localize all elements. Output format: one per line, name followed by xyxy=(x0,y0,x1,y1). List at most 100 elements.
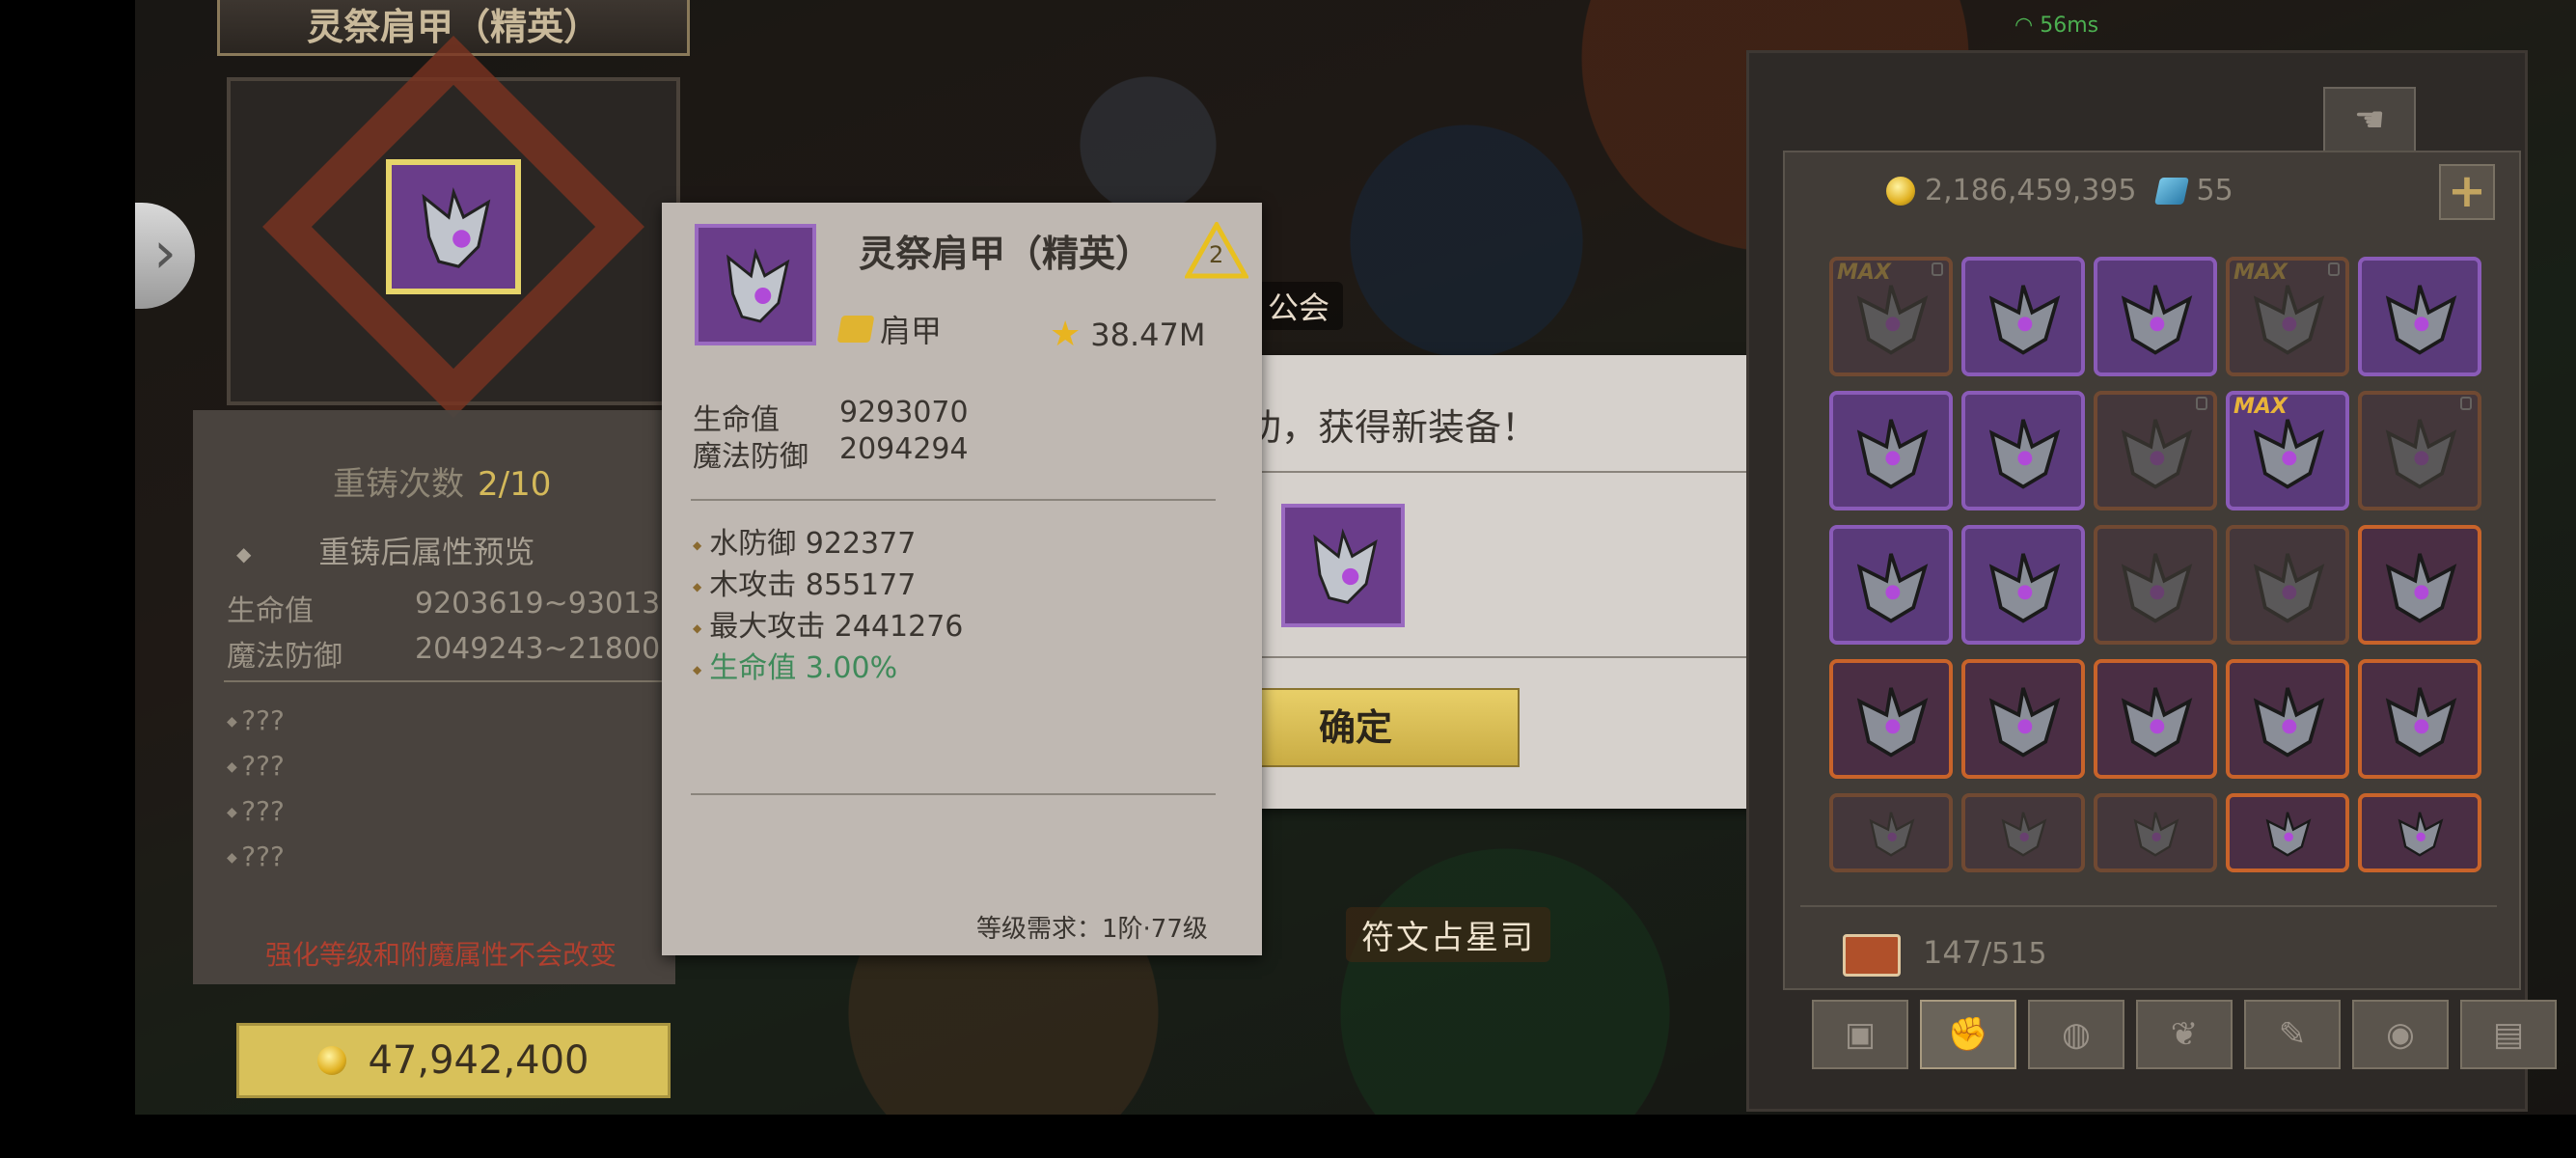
gold-coin-icon xyxy=(317,1046,347,1075)
ping-value: 56ms xyxy=(2040,14,2099,38)
tab-chest[interactable]: ▤ xyxy=(2460,1000,2557,1069)
tier-value: 2 xyxy=(1209,241,1224,268)
inventory-item-slot[interactable] xyxy=(2358,257,2481,376)
equipment-icon xyxy=(1856,284,1929,355)
divider xyxy=(1800,905,2497,907)
reforge-item-slot[interactable] xyxy=(386,159,521,294)
lock-icon xyxy=(1932,262,1943,276)
lock-icon xyxy=(2196,397,2207,410)
equipment-icon xyxy=(2121,552,2193,623)
inventory-item-slot[interactable] xyxy=(1961,391,2085,510)
shoulder-armor-icon xyxy=(1313,528,1378,604)
chevron-right-icon: › xyxy=(153,219,177,287)
inventory-item-slot[interactable] xyxy=(2226,659,2349,779)
equipment-icon xyxy=(2121,686,2193,758)
bag-icon xyxy=(1843,934,1901,977)
inventory-item-slot[interactable] xyxy=(1829,793,1953,872)
equipment-icon xyxy=(2121,418,2193,489)
gold-coin-icon xyxy=(1886,176,1915,206)
add-currency-button[interactable]: + xyxy=(2439,164,2495,220)
tab-swirl[interactable]: ◉ xyxy=(2352,1000,2449,1069)
gem-icon xyxy=(2154,177,2190,205)
equipment-icon xyxy=(2253,686,2325,758)
bag-capacity: 147/515 xyxy=(1923,934,2046,971)
equipment-icon xyxy=(1988,686,2061,758)
reforge-note: 强化等级和附魔属性不会改变 xyxy=(265,939,617,971)
inventory-item-slot[interactable] xyxy=(2358,659,2481,779)
sub-stat: 木攻击 855177 xyxy=(693,561,916,603)
reforge-count: 重铸次数 2/10 xyxy=(333,457,551,505)
inventory-item-slot[interactable] xyxy=(2094,525,2217,645)
inventory-item-slot[interactable]: MAX xyxy=(2226,257,2349,376)
gem-amount: 55 xyxy=(2196,174,2233,207)
divider xyxy=(1245,656,1746,658)
sort-button[interactable]: ☚ xyxy=(2323,87,2416,154)
equipment-icon xyxy=(1856,418,1929,489)
sub-stat: 最大攻击 2441276 xyxy=(693,602,963,645)
inventory-item-slot[interactable] xyxy=(1961,659,2085,779)
equipment-icon xyxy=(2133,812,2179,858)
inventory-item-slot[interactable] xyxy=(2226,793,2349,872)
level-requirement: 等级需求：1阶·77级 xyxy=(976,915,1208,944)
tab-leaf[interactable]: ❦ xyxy=(2136,1000,2233,1069)
feather-icon: ✎ xyxy=(2278,1015,2307,1054)
equipment-icon xyxy=(1988,552,2061,623)
reforge-cost-value: 47,942,400 xyxy=(368,1038,589,1083)
equipment-icon xyxy=(2265,812,2312,858)
tab-armor[interactable]: ✊ xyxy=(1920,1000,2016,1069)
unknown-stat: ??? xyxy=(227,841,285,872)
preview-stat-name: 魔法防御 xyxy=(227,640,343,674)
inventory-item-slot[interactable] xyxy=(2094,391,2217,510)
gold-amount: 2,186,459,395 xyxy=(1925,174,2137,207)
inventory-item-slot[interactable] xyxy=(2226,525,2349,645)
divider xyxy=(691,793,1216,795)
equipment-icon xyxy=(2253,552,2325,623)
inventory-item-slot[interactable]: MAX xyxy=(1829,257,1953,376)
shoulder-armor-icon xyxy=(726,248,790,323)
max-badge: MAX xyxy=(1837,261,1891,285)
inventory-item-slot[interactable] xyxy=(2358,525,2481,645)
inventory-item-slot[interactable] xyxy=(2094,793,2217,872)
tab-toolbox[interactable]: ▣ xyxy=(1812,1000,1908,1069)
item-type-label: 肩甲 xyxy=(880,313,943,349)
inventory-item-slot[interactable] xyxy=(2358,793,2481,872)
preview-stat-name: 生命值 xyxy=(227,594,314,628)
shoulder-armor-icon xyxy=(422,186,491,268)
inventory-item-slot[interactable]: MAX xyxy=(2226,391,2349,510)
reforge-count-label: 重铸次数 xyxy=(333,465,464,504)
preview-stat-row: 生命值 9203619~930136 xyxy=(227,587,678,629)
wifi-icon: ◠ xyxy=(2014,14,2034,38)
equipment-icon xyxy=(2001,812,2047,858)
tab-feather[interactable]: ✎ xyxy=(2244,1000,2341,1069)
inventory-item-slot[interactable] xyxy=(2358,391,2481,510)
main-stat-row: 魔法防御 2094294 xyxy=(693,432,969,475)
equipment-icon xyxy=(2385,552,2457,623)
inventory-item-slot[interactable] xyxy=(1829,391,1953,510)
equipment-icon xyxy=(1988,418,2061,489)
inventory-item-slot[interactable] xyxy=(1961,257,2085,376)
new-equipment-item-slot[interactable] xyxy=(1281,504,1405,627)
item-type: 肩甲 xyxy=(836,307,943,351)
tab-pouch[interactable]: ◍ xyxy=(2028,1000,2124,1069)
guild-building-label[interactable]: 公会 xyxy=(1254,282,1344,330)
swirl-icon: ◉ xyxy=(2386,1015,2415,1054)
inventory-item-slot[interactable] xyxy=(2094,659,2217,779)
chest-icon: ▤ xyxy=(2492,1015,2525,1054)
reforge-cost-button[interactable]: 47,942,400 xyxy=(236,1023,671,1098)
preview-stat-value: 9203619~930136 xyxy=(415,587,679,620)
unknown-stat: ??? xyxy=(227,704,285,736)
equipment-icon xyxy=(1988,284,2061,355)
dialog-message: 功，获得新装备！ xyxy=(1245,406,1539,449)
pouch-icon: ◍ xyxy=(2062,1015,2091,1054)
rune-astrology-building-label[interactable]: 符文占星司 xyxy=(1346,907,1550,962)
equipment-icon xyxy=(2385,284,2457,355)
inventory-item-slot[interactable] xyxy=(1961,525,2085,645)
reforge-preview-title: 重铸后属性预览 xyxy=(236,528,534,572)
currency-bar: 2,186,459,395 55 xyxy=(1886,174,2233,207)
inventory-item-slot[interactable] xyxy=(1829,659,1953,779)
bag-capacity-used: 147 xyxy=(1923,934,1983,971)
inventory-item-slot[interactable] xyxy=(1829,525,1953,645)
inventory-item-slot[interactable] xyxy=(1961,793,2085,872)
inventory-item-slot[interactable] xyxy=(2094,257,2217,376)
unknown-stat: ??? xyxy=(227,795,285,827)
